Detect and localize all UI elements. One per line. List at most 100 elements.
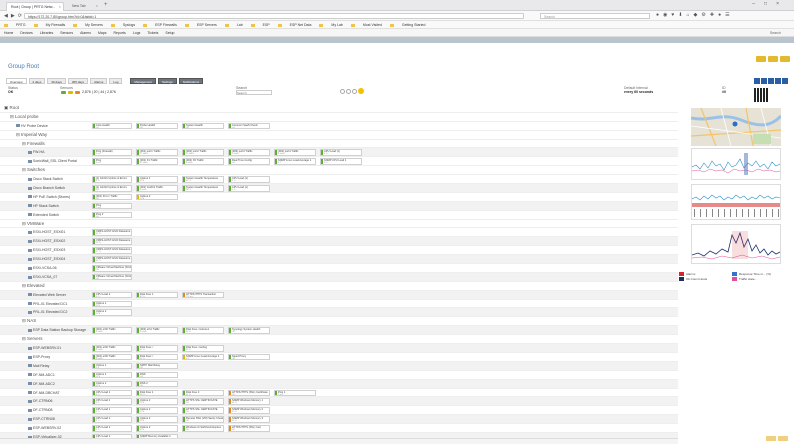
sensor-tile[interactable]: SNMP Windows Memory 2 39 % [228,407,270,414]
group-row[interactable]: ⊟ NAS [0,317,678,327]
sun-icon[interactable] [358,88,364,94]
device-row[interactable]: DF-CTRN08 CPU Load 13 % Uptime 2 22 d HTTPS … [0,406,678,416]
device-row[interactable]: ESP-WEBSRV-02 CPU Load 12 % Uptime 2 31 d Wi… [0,424,678,433]
sensor-tile[interactable]: Ping 2 OK [92,211,132,219]
device-row[interactable]: ESXi-HOST_ESXi02 VMFS-HOST: ESXI Datastor… [0,237,678,247]
sensor-tile[interactable]: Synology System Health OK [228,327,270,334]
sensor-tile[interactable]: Disk Free: /41 % [136,353,178,361]
sensor-tile[interactable]: Disk Free 1 58 % [136,389,178,396]
row-name[interactable]: DF-CTRN08 [28,408,88,412]
sensor-tile[interactable]: System Health OK [182,122,224,130]
row-name[interactable]: ESP Data Station Backup Storage [28,328,88,332]
sensor-tile[interactable]: System Health Temperature 38 °C [182,185,224,192]
group-row[interactable]: ⊟ Imperial Way [0,131,678,140]
bookmark-item[interactable]: My Servers [73,23,103,27]
sensor-tile[interactable]: Ping (Firewall) 1 ms [92,149,132,156]
row-name[interactable]: DF-NM-ADC2 [28,382,88,386]
menu-item-home[interactable]: Home [4,31,13,35]
sensor-tile[interactable]: HTTPS SSL CERTIFICATE OK [182,398,224,405]
sensor-tile[interactable]: HTTP/HTTPS Transaction 123 ms [182,291,224,299]
device-row[interactable]: ESXi-HOST_ESXi04 VMFS-HOST: ESXI Datastor… [0,255,678,265]
row-name[interactable]: ESXi-HOST_ESXi02 [28,239,88,243]
sensor-tile[interactable]: VMFS-HOST: ESXI Datastore Free44 % [92,256,132,263]
traffic-chart-2[interactable] [691,184,781,220]
sensor-tile[interactable]: Uptime 1 14 d [92,371,132,379]
device-row[interactable]: HP Stack Switch Ping 1 ms [0,201,678,211]
device-row[interactable]: PRL-01 Elevated DC1 Uptime 1 12 d [0,300,678,309]
row-name[interactable]: Extended Switch [28,213,88,217]
group-row[interactable]: ⊟ Elevated [0,282,678,291]
sensor-tile[interactable]: Disk Free 2 61 % [182,389,224,396]
sensor-tile[interactable]: SNMP Linux Load Average 1 0.3 [182,353,224,361]
sensor-tile[interactable]: Remote SSH (VM) Sanity Check OK [182,416,224,423]
row-name[interactable]: ⊟ Local probe [10,114,39,120]
sensor-tile[interactable]: CPU Load 15 % [92,416,132,423]
sensor-tile[interactable]: Ping 0 ms [92,158,132,165]
device-row[interactable]: Mail Relay Uptime 19 d SMTP Mail Relay OK [0,361,678,371]
sensor-tile[interactable]: (001) eth0 Traffic 0 kbit/s [92,345,132,352]
geo-map[interactable] [691,108,781,146]
sensor-tile[interactable]: Disk Free 1 62 % [136,291,178,299]
device-row[interactable]: ESXi-HOST_ESXi01 VMFS-HOST: ESXI Datastor… [0,228,678,238]
row-name[interactable]: ESXi-VCSA_07 [28,275,88,279]
device-row[interactable]: DF-NM-ADC1 Uptime 1 14 d DNS OK [0,371,678,380]
sensor-tile[interactable]: Ping 1 ms [92,202,132,210]
close-icon[interactable]: × [59,4,61,9]
row-name[interactable]: PRL-01 Elevated DC2 [28,310,88,314]
nav-back-forward-icons[interactable]: ◀▶⟳ [4,13,25,19]
tab-log[interactable]: Log [109,78,123,84]
row-name[interactable]: SonicWall_SSL Client Portal [28,159,88,163]
toggle-warning[interactable] [68,90,73,94]
sensor-tile[interactable]: CPU Load (1) 4 % [320,149,362,156]
browser-tab-new[interactable]: New Tab × [68,2,100,11]
sensor-tile[interactable]: Uptime 2 18 d [136,416,178,423]
row-name[interactable]: HP PoE Switch (Stores) [28,195,88,199]
new-tab-icon[interactable]: + [104,2,108,8]
sensor-tile[interactable]: Common SaaS Check OK [228,122,270,130]
sensor-tile[interactable]: (001) Gi1/0/1 Traffic 2 kbit/s [136,185,178,192]
sensor-tile[interactable]: (1) G1/0/2 Uptime & Errors OK [92,185,132,192]
sensor-tile[interactable]: HTTPS SSL CERTIFICATE OK [182,407,224,414]
view-mode-icons[interactable] [340,88,364,95]
device-row[interactable]: Elevated Web Server CPU Load 14 % Disk Fre… [0,290,678,300]
page-action-icons[interactable] [753,78,788,85]
sensor-tile[interactable]: SNMP Windows Memory 3 52 % [228,416,270,423]
sensor-tile[interactable]: SNMP CPU Load 13 % [320,158,362,165]
toggle-up[interactable] [61,90,66,94]
bookmark-item[interactable]: PRTG [4,23,26,27]
sensor-tile[interactable]: CPU Load 14 % [92,398,132,405]
menu-item-devices[interactable]: Devices [20,31,32,35]
row-name[interactable]: ESP-WEBSRV-01 [28,346,88,350]
bookmark-item[interactable]: My Firewalls [33,23,65,27]
tab-365-days[interactable]: 365 days [67,78,89,84]
menu-item-setup[interactable]: Setup [165,31,174,35]
bookmark-item[interactable]: Syslogs [110,23,135,27]
row-name[interactable]: DF-CTRN06 [28,399,88,403]
row-name[interactable]: Elevated Web Server [28,293,88,297]
bookmark-item[interactable]: Lab [224,23,243,27]
row-name[interactable]: Mail Relay [28,364,88,368]
sensor-tile[interactable]: CPU Load 16 % [92,389,132,396]
device-row[interactable]: DF-CTRN06 CPU Load 14 % Uptime 2 22 d HTTPS … [0,397,678,407]
device-row[interactable]: ESP-Proxy (001) eth0 Traffic 0 kbit/s Disk … [0,353,678,362]
row-name[interactable]: ESXi-VCSA-06 [28,266,88,270]
menu-item-sensors[interactable]: Sensors [60,31,73,35]
sensor-tile[interactable]: Squid Proxy OK [228,353,270,361]
row-name[interactable]: ⊟ NAS [22,318,36,324]
bookmark-item[interactable]: ESP Firewalls [143,23,177,27]
sensor-tile[interactable]: CPU Load 13 % [92,407,132,414]
sensor-tile[interactable]: Uptime 1 45 d [136,176,178,183]
sensor-tile[interactable]: DNS OK [136,371,178,379]
close-icon[interactable]: × [96,3,98,8]
group-row[interactable]: ⊟ Servers [0,335,678,345]
sensor-toggles[interactable]: 2,876 | 20 | 44 | 2,876 [60,90,116,94]
tree-search-input[interactable] [236,90,272,95]
sensor-tile[interactable]: Disk Free: /47 % [136,345,178,352]
device-row[interactable]: FW-HA Ping (Firewall) 1 ms (001) port1 Traf… [0,148,678,158]
row-name[interactable]: ESP-WEBSRV-02 [28,426,88,430]
browser-search-input[interactable]: Search [540,13,650,19]
row-name[interactable]: ESP-CTRN08 [28,417,88,421]
tab-30-days[interactable]: 30 days [47,78,66,84]
device-row[interactable]: ESXi-HOST_ESXi03 VMFS-HOST: ESXI Datastor… [0,246,678,256]
device-row[interactable]: DF-NM-DBCHAT CPU Load 16 % Disk Free 1 58 %… [0,389,678,398]
